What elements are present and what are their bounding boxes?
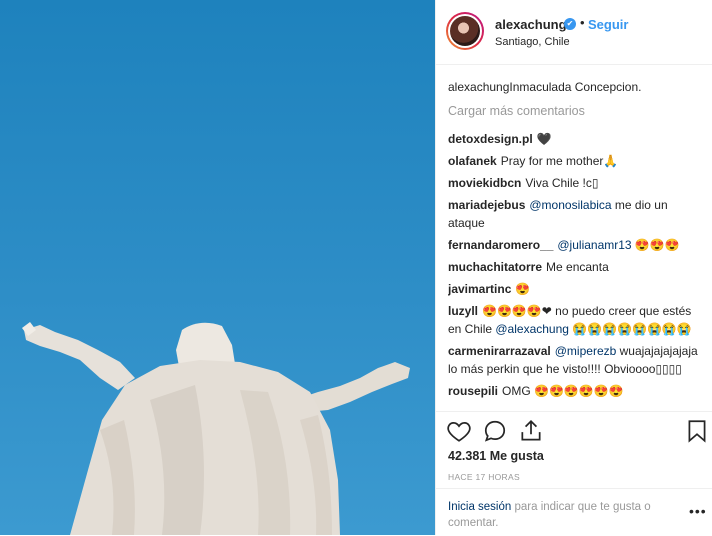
comment-text: Viva Chile !c▯	[525, 176, 599, 190]
caption: alexachungInmaculada Concepcion.	[448, 78, 706, 96]
location-link[interactable]: Santiago, Chile	[495, 36, 570, 48]
comment-item: detoxdesign.pl 🖤	[448, 130, 706, 148]
login-link[interactable]: Inicia sesión	[448, 501, 511, 513]
comments-list[interactable]: alexachungInmaculada Concepcion. Cargar …	[448, 78, 706, 411]
action-bar	[436, 411, 712, 452]
comment-user[interactable]: luzyll	[448, 304, 478, 318]
comment-user[interactable]: fernandaromero__	[448, 238, 553, 252]
comment-user[interactable]: moviekidbcn	[448, 176, 521, 190]
follow-button[interactable]: Seguir	[588, 17, 628, 32]
comment-user[interactable]: mariadejebus	[448, 198, 525, 212]
comment-user[interactable]: javimartinc	[448, 282, 511, 296]
login-prompt-text: Inicia sesión para indicar que te gusta …	[448, 499, 678, 531]
comment-text: 🖤	[536, 132, 552, 146]
load-more-comments-button[interactable]: Cargar más comentarios	[448, 102, 706, 120]
verified-badge-icon: ✔	[564, 18, 576, 30]
comment-text: 😍	[515, 282, 531, 296]
username-link[interactable]: alexachung	[495, 17, 567, 32]
comment-item: olafanek Pray for me mother🙏	[448, 152, 706, 170]
caption-text: Inmaculada Concepcion.	[509, 80, 642, 94]
separator-dot: •	[580, 15, 585, 30]
likes-count[interactable]: 42.381 Me gusta	[448, 449, 544, 463]
comment-item: rousepili OMG 😍😍😍😍😍😍	[448, 382, 706, 400]
post-details-panel: alexachung ✔ • Seguir Santiago, Chile al…	[435, 0, 712, 535]
avatar[interactable]	[446, 12, 484, 50]
comment-text-end: 😭😭😭😭😭😭😭😭	[568, 322, 692, 336]
comment-mention[interactable]: @julianamr13	[557, 238, 631, 252]
post-photo[interactable]	[0, 0, 435, 535]
bookmark-icon[interactable]	[684, 418, 710, 444]
comment-item: carmenirarrazaval @miperezb wuajajajajaja…	[448, 342, 706, 378]
login-prompt: Inicia sesión para indicar que te gusta …	[436, 488, 712, 536]
comment-icon[interactable]	[482, 418, 508, 444]
comment-user[interactable]: olafanek	[448, 154, 497, 168]
post-header: alexachung ✔ • Seguir Santiago, Chile	[436, 0, 712, 65]
comment-user[interactable]: rousepili	[448, 384, 498, 398]
heart-icon[interactable]	[446, 418, 472, 444]
comment-item: moviekidbcn Viva Chile !c▯	[448, 174, 706, 192]
statue-illustration	[22, 322, 410, 535]
comment-mention[interactable]: @alexachung	[495, 322, 569, 336]
post-timestamp: HACE 17 HORAS	[448, 472, 520, 482]
comment-item: mariadejebus @monosilabica me dio un ataq…	[448, 196, 706, 232]
comment-text: Pray for me mother🙏	[500, 154, 619, 168]
comment-text: Me encanta	[546, 260, 609, 274]
comment-user[interactable]: carmenirarrazaval	[448, 344, 551, 358]
comment-user[interactable]: muchachitatorre	[448, 260, 542, 274]
more-options-icon[interactable]: •••	[689, 503, 707, 519]
comment-mention[interactable]: @monosilabica	[529, 198, 611, 212]
comment-text: 😍😍😍	[631, 238, 680, 252]
comment-item: muchachitatorre Me encanta	[448, 258, 706, 276]
comment-item: javimartinc 😍	[448, 280, 706, 298]
comment-mention[interactable]: @miperezb	[555, 344, 617, 358]
share-icon[interactable]	[518, 418, 544, 444]
comment-user[interactable]: detoxdesign.pl	[448, 132, 533, 146]
comment-text: OMG 😍😍😍😍😍😍	[502, 384, 624, 398]
comment-item: luzyll 😍😍😍😍❤ no puedo creer que estés en …	[448, 302, 706, 338]
comment-item: fernandaromero__ @julianamr13 😍😍😍	[448, 236, 706, 254]
caption-user[interactable]: alexachung	[448, 80, 509, 94]
